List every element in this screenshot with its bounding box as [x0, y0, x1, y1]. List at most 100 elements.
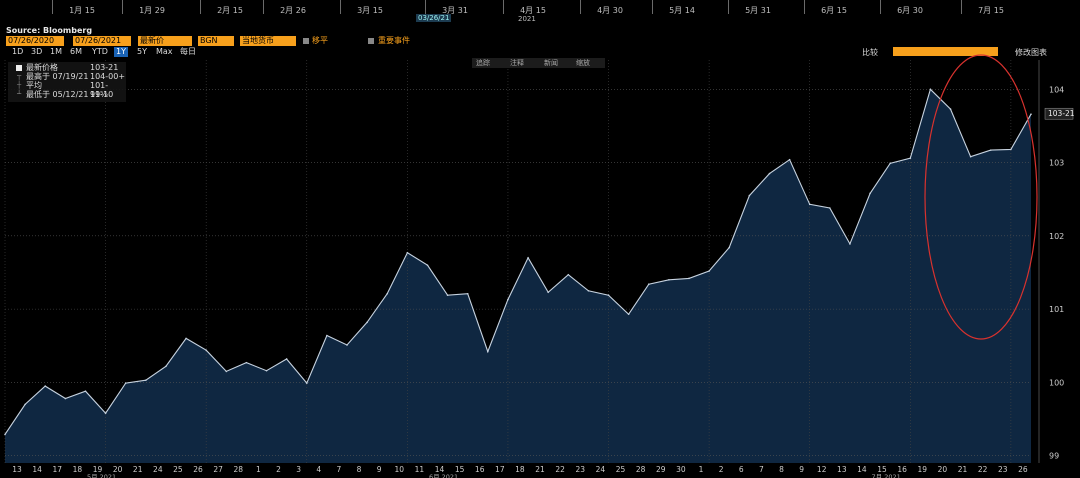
data-point: [426, 264, 429, 266]
data-point: [466, 292, 469, 295]
data-point: [909, 157, 912, 159]
x-tick-label: 4: [316, 465, 321, 474]
data-point: [507, 298, 509, 301]
x-group-label: 7月 2021: [872, 473, 901, 478]
y-tick-label: 101: [1049, 305, 1064, 314]
x-tick-label: 24: [596, 465, 606, 474]
x-group-label: 5月 2021: [87, 473, 116, 478]
legend-value: 99-10: [90, 90, 114, 99]
x-tick-label: 26: [193, 465, 203, 474]
y-tick-label: 99: [1049, 452, 1059, 461]
tool-zoom[interactable]: 缩放: [576, 58, 590, 68]
x-tick-label: 21: [133, 465, 143, 474]
y-tick-label: 100: [1049, 378, 1064, 387]
data-point: [205, 349, 207, 351]
data-point: [245, 361, 248, 364]
data-point: [728, 246, 731, 249]
x-tick-label: 20: [938, 465, 948, 474]
data-point: [547, 291, 549, 294]
x-tick-label: 23: [576, 465, 586, 474]
data-point: [788, 158, 791, 161]
x-tick-label: 21: [535, 465, 545, 474]
data-point: [929, 88, 932, 91]
x-tick-label: 14: [32, 465, 42, 474]
data-point: [4, 433, 6, 436]
y-tick-label: 104: [1049, 85, 1064, 94]
data-point: [326, 334, 328, 337]
x-tick-label: 7: [759, 465, 764, 474]
x-tick-label: 1: [699, 465, 704, 474]
price-area: [5, 89, 1031, 464]
data-point: [225, 370, 228, 373]
legend-label: 最低于 05/12/21: [26, 90, 89, 99]
data-point: [386, 292, 389, 295]
data-point: [145, 379, 147, 382]
data-point: [64, 397, 67, 400]
legend-last: 最新价格 103-21: [8, 63, 126, 72]
data-point: [668, 279, 670, 281]
data-point: [487, 350, 489, 353]
x-tick-label: 25: [616, 465, 626, 474]
y-tick-label: 102: [1049, 232, 1064, 241]
x-tick-label: 16: [475, 465, 485, 474]
x-tick-label: 11: [415, 465, 425, 474]
data-point: [627, 313, 630, 316]
x-tick-label: 17: [495, 465, 505, 474]
data-point: [446, 294, 449, 297]
tool-annotate[interactable]: 注释: [510, 58, 524, 68]
data-point: [1010, 148, 1012, 151]
x-tick-label: 9: [377, 465, 382, 474]
x-tick-label: 8: [779, 465, 784, 474]
data-point: [366, 321, 368, 324]
legend-value: 103-21: [90, 63, 119, 72]
x-tick-label: 12: [817, 465, 827, 474]
data-point: [647, 283, 650, 286]
x-tick-label: 24: [153, 465, 163, 474]
x-tick-label: 27: [213, 465, 223, 474]
legend-low: ┴ 最低于 05/12/21 99-10: [8, 90, 126, 99]
x-tick-label: 25: [173, 465, 183, 474]
x-tick-label: 21: [958, 465, 968, 474]
data-point: [44, 385, 47, 387]
data-point: [849, 243, 851, 245]
data-point: [24, 403, 26, 406]
low-marker-icon: ┴: [17, 90, 22, 98]
x-tick-label: 2: [276, 465, 281, 474]
x-tick-label: 10: [394, 465, 404, 474]
data-point: [84, 390, 87, 392]
x-tick-label: 13: [837, 465, 847, 474]
x-tick-label: 22: [555, 465, 565, 474]
x-tick-label: 6: [739, 465, 744, 474]
data-point: [346, 344, 348, 346]
legend-label: 最新价格: [26, 63, 58, 72]
x-tick-label: 13: [12, 465, 22, 474]
data-point: [265, 369, 268, 372]
legend-label: 最高于 07/19/21: [26, 72, 89, 81]
legend-label: 平均: [26, 81, 42, 90]
average-marker-icon: ┼: [17, 81, 22, 89]
x-tick-label: 23: [998, 465, 1008, 474]
data-point: [889, 162, 891, 165]
legend-swatch: [16, 65, 22, 71]
price-chart: 99100101102103104103-2113 14 17 18 19 20 21 24 2…: [4, 54, 1075, 478]
data-point: [949, 108, 952, 110]
x-tick-label: 29: [656, 465, 666, 474]
y-tick-label: 103: [1049, 159, 1064, 168]
data-point: [406, 251, 409, 254]
last-price-label: 103-21: [1048, 109, 1075, 118]
data-point: [104, 412, 107, 414]
x-tick-label: 8: [357, 465, 362, 474]
legend-high: ┬ 最高于 07/19/21 104-00+: [8, 72, 126, 81]
tool-news[interactable]: 新闻: [544, 58, 558, 68]
x-tick-label: 2: [719, 465, 724, 474]
legend-avg: ┼ 平均 101-11⅝: [8, 81, 126, 99]
data-point: [808, 203, 811, 206]
data-point: [688, 277, 690, 280]
data-point: [708, 270, 710, 272]
x-tick-label: 19: [918, 465, 928, 474]
tool-track[interactable]: 追踪: [476, 58, 490, 68]
chart-legend: 最新价格 103-21 ┬ 最高于 07/19/21 104-00+ ┼ 平均 …: [8, 62, 126, 102]
data-point: [165, 365, 167, 368]
data-point: [607, 294, 610, 297]
x-tick-label: 1: [256, 465, 261, 474]
